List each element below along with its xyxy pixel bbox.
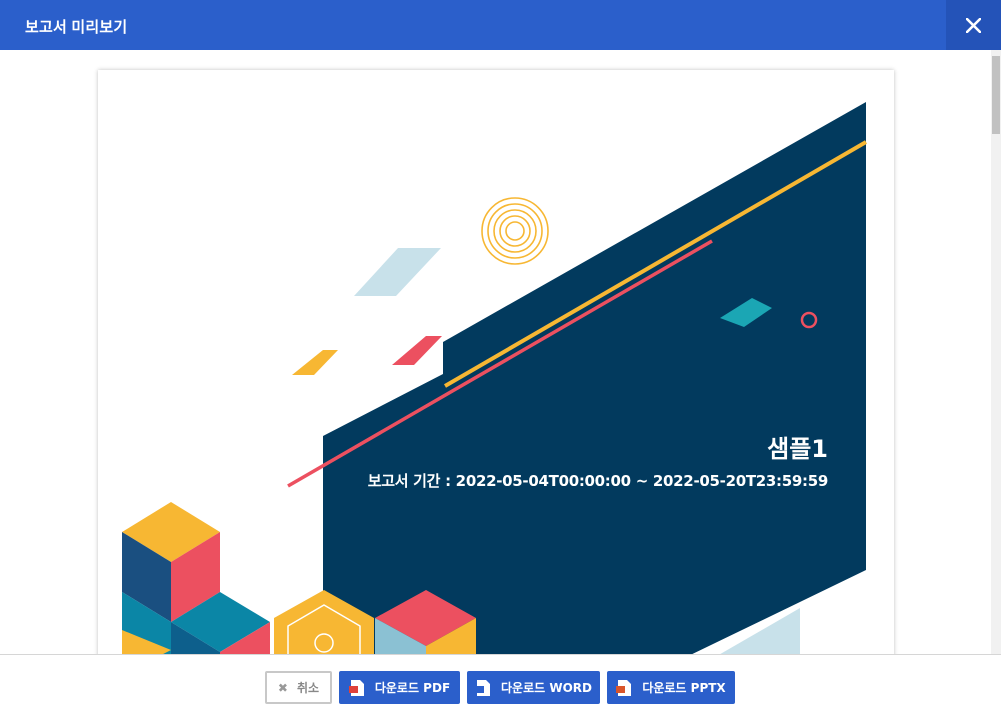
navy-panel — [323, 102, 866, 654]
x-icon: ✖ — [277, 680, 288, 695]
report-period: 보고서 기간 : 2022-05-04T00:00:00 ~ 2022-05-2… — [367, 472, 829, 490]
vertical-scrollbar[interactable] — [991, 50, 1001, 654]
modal-footer: ✖ 취소 다운로드 PDF 다운로드 WORD 다운로드 PPTX — [0, 654, 1001, 718]
preview-content[interactable]: 샘플1 보고서 기간 : 2022-05-04T00:00:00 ~ 2022-… — [0, 50, 991, 654]
pptx-label: 다운로드 PPTX — [642, 681, 726, 695]
pptx-file-icon — [616, 679, 632, 697]
pdf-label: 다운로드 PDF — [374, 681, 451, 695]
modal-header: 보고서 미리보기 — [0, 0, 1001, 50]
download-pptx-button[interactable]: 다운로드 PPTX — [607, 671, 735, 704]
report-page: 샘플1 보고서 기간 : 2022-05-04T00:00:00 ~ 2022-… — [98, 70, 894, 654]
concentric-circles — [481, 197, 549, 265]
pdf-file-icon — [348, 679, 365, 697]
orange-shape — [292, 350, 338, 375]
cancel-label: 취소 — [296, 681, 320, 695]
report-preview-modal: 보고서 미리보기 샘플1 보고서 기간: 2022-05-04T00:00:0… — [0, 0, 1001, 718]
light-blue-shape — [354, 248, 441, 296]
download-pdf-button[interactable]: 다운로드 PDF — [339, 671, 460, 704]
close-icon — [966, 18, 981, 33]
close-button[interactable] — [946, 0, 1001, 50]
cancel-button[interactable]: ✖ 취소 — [265, 671, 332, 704]
word-file-icon — [475, 679, 491, 697]
word-label: 다운로드 WORD — [501, 681, 592, 695]
report-title: 샘플1 — [767, 435, 828, 463]
cover-artwork — [122, 102, 868, 654]
coral-shape — [392, 336, 442, 365]
download-word-button[interactable]: 다운로드 WORD — [467, 671, 600, 704]
modal-title: 보고서 미리보기 — [25, 19, 128, 36]
scrollbar-thumb[interactable] — [992, 56, 1000, 134]
